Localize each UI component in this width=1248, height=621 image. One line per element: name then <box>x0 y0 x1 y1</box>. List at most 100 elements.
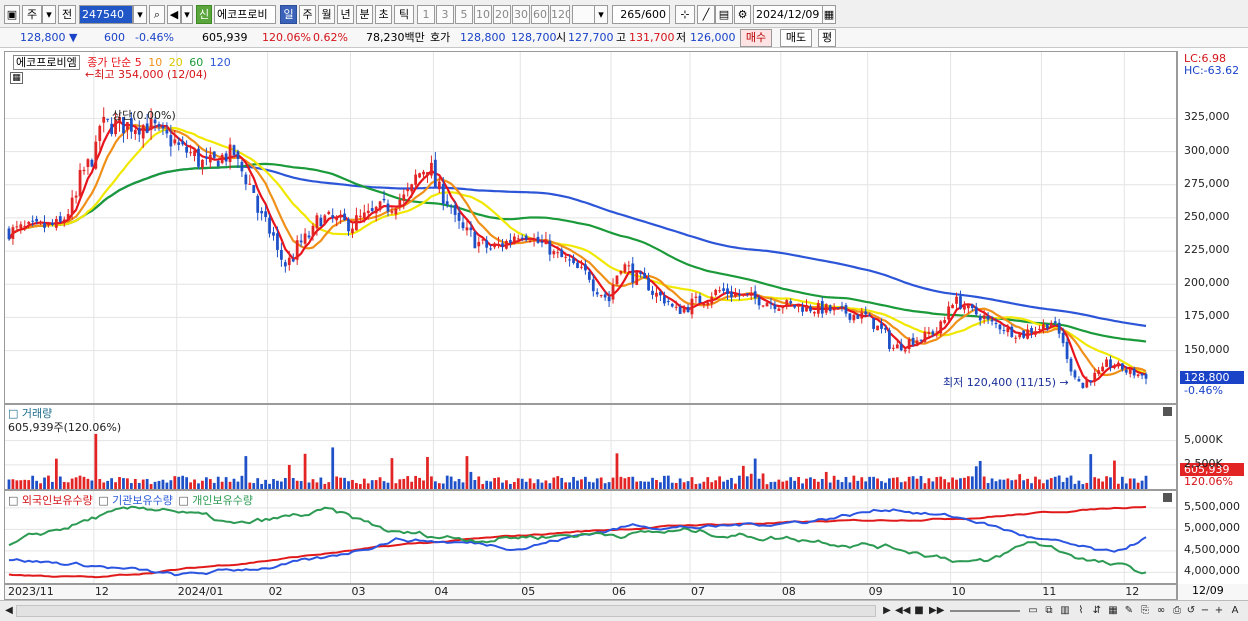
volume-bar <box>915 478 919 489</box>
date-tick-label: 03 <box>351 585 366 598</box>
chevron-down-icon[interactable]: ▾ <box>181 5 193 24</box>
volume-bar <box>1014 479 1018 489</box>
chevron-down-icon[interactable]: ▾ <box>594 5 608 24</box>
volume-bar <box>122 478 125 489</box>
zoom-in-icon[interactable]: + <box>1212 604 1226 618</box>
price-chart-pane[interactable]: 에코프로비엠 종가 단순 5 10 20 60 120 ▦ ←최고 354,00… <box>4 51 1177 404</box>
link-icon[interactable]: ∞ <box>1154 604 1168 618</box>
candle-body <box>216 160 220 167</box>
scroll-right-icon[interactable]: ▶ <box>880 604 894 618</box>
volume-bar <box>1061 481 1065 489</box>
zoom-slider[interactable] <box>950 610 1020 612</box>
stock-code-input[interactable]: 247540 <box>79 5 133 24</box>
volume-bar <box>682 482 686 489</box>
volume-bar <box>19 480 23 489</box>
volume-bar <box>272 479 275 489</box>
evaluate-button[interactable]: 평 <box>818 29 836 47</box>
interval-30[interactable]: 30 <box>512 5 530 24</box>
candle-body <box>662 296 666 304</box>
volume-bar <box>852 475 856 489</box>
compare-icon[interactable]: ⇵ <box>1090 604 1104 618</box>
volume-bar <box>1018 474 1022 489</box>
candle-body <box>927 331 931 334</box>
interval-5[interactable]: 5 <box>455 5 473 24</box>
tile-icon[interactable]: ▥ <box>1058 604 1072 618</box>
date-field[interactable]: 2024/12/09 <box>753 5 823 24</box>
layout-icon[interactable]: ▣ <box>4 5 20 24</box>
interval-1[interactable]: 1 <box>417 5 435 24</box>
tab-second[interactable]: 초 <box>375 5 392 24</box>
table-icon[interactable]: ▦ <box>10 72 23 84</box>
candle-body <box>1022 330 1026 338</box>
volume-bar <box>548 483 552 489</box>
volume-bar <box>299 481 303 489</box>
restore-icon[interactable]: ↺ <box>1184 604 1198 618</box>
volume-bar <box>216 476 220 489</box>
buy-button[interactable]: 매수 <box>740 29 772 47</box>
volume-bar <box>208 479 212 489</box>
horizontal-scrollbar[interactable] <box>16 605 876 617</box>
chevron-down-icon[interactable]: ▾ <box>42 5 56 24</box>
gear-icon[interactable]: ⚙ <box>734 5 751 24</box>
speaker-icon[interactable]: ◀ <box>167 5 181 24</box>
grid-icon[interactable]: ▦ <box>1106 604 1120 618</box>
tab-minute[interactable]: 분 <box>356 5 373 24</box>
candle-body <box>1018 332 1022 338</box>
current-price: 128,800 ▼ <box>20 31 78 44</box>
interval-60[interactable]: 60 <box>531 5 549 24</box>
print-icon[interactable]: ⎙ <box>1170 604 1184 618</box>
tab-week[interactable]: 주 <box>299 5 316 24</box>
holdings-pane[interactable]: □ 외국인보유수량 □ 기관보유수량 □ 개인보유수량 <box>4 490 1177 584</box>
close-icon[interactable] <box>1163 493 1172 502</box>
candle-body <box>659 291 662 296</box>
interval-10[interactable]: 10 <box>474 5 492 24</box>
sell-button[interactable]: 매도 <box>780 29 812 47</box>
brush-icon[interactable]: ✎ <box>1122 604 1136 618</box>
chevron-down-icon[interactable]: ▾ <box>133 5 147 24</box>
prefix-select[interactable]: 전 <box>58 5 76 24</box>
font-size-icon[interactable]: A <box>1228 604 1242 618</box>
volume-pane[interactable]: □ 거래량 605,939주(120.06%) <box>4 404 1177 490</box>
close-icon[interactable] <box>1163 407 1172 416</box>
volume-bar <box>734 483 737 489</box>
candle-body <box>741 293 745 295</box>
cascade-icon[interactable]: ⧉ <box>1042 604 1056 618</box>
volume-bar <box>599 477 603 489</box>
interval-3[interactable]: 3 <box>436 5 454 24</box>
window-icon[interactable]: ▭ <box>1026 604 1040 618</box>
interval-120[interactable]: 120 <box>550 5 570 24</box>
calendar-icon[interactable]: ▦ <box>822 5 836 24</box>
candle-count-field[interactable]: 265/600 <box>612 5 670 24</box>
volume-bar <box>639 481 643 489</box>
save-icon[interactable]: ▤ <box>715 5 733 24</box>
holdings-tick-label: 5,500,000 <box>1184 499 1240 513</box>
volume-bar <box>919 476 923 489</box>
candle-body <box>110 123 114 135</box>
rewind-icon[interactable]: ◀◀ <box>895 604 910 618</box>
stock-name-field[interactable]: 에코프로비 <box>214 5 276 24</box>
stop-icon[interactable]: ■ <box>912 604 926 618</box>
volume-bar <box>110 478 114 489</box>
volume-bar <box>268 483 271 489</box>
candle-body <box>236 151 240 159</box>
tab-tick[interactable]: 틱 <box>394 5 414 24</box>
draw-line-icon[interactable]: ╱ <box>697 5 715 24</box>
volume-bar <box>418 477 421 489</box>
candle-body <box>461 222 465 229</box>
volume-bar <box>509 483 512 489</box>
search-icon[interactable]: ⌕ <box>149 5 165 24</box>
copy-icon[interactable]: ⎘ <box>1138 604 1152 618</box>
interval-20[interactable]: 20 <box>493 5 511 24</box>
volume-bar <box>374 480 378 489</box>
scroll-left-icon[interactable]: ◀ <box>2 604 16 618</box>
date-tick-label: 12 <box>1125 585 1140 598</box>
zoom-out-icon[interactable]: − <box>1198 604 1212 618</box>
pattern-icon[interactable]: ⌇ <box>1074 604 1088 618</box>
tab-year[interactable]: 년 <box>337 5 354 24</box>
crosshair-icon[interactable]: ⊹ <box>675 5 695 24</box>
fast-forward-icon[interactable]: ▶▶ <box>929 604 944 618</box>
tab-month[interactable]: 월 <box>318 5 335 24</box>
period-select[interactable]: 주 <box>22 5 42 24</box>
tab-day[interactable]: 일 <box>280 5 297 24</box>
volume-bar <box>903 481 907 489</box>
